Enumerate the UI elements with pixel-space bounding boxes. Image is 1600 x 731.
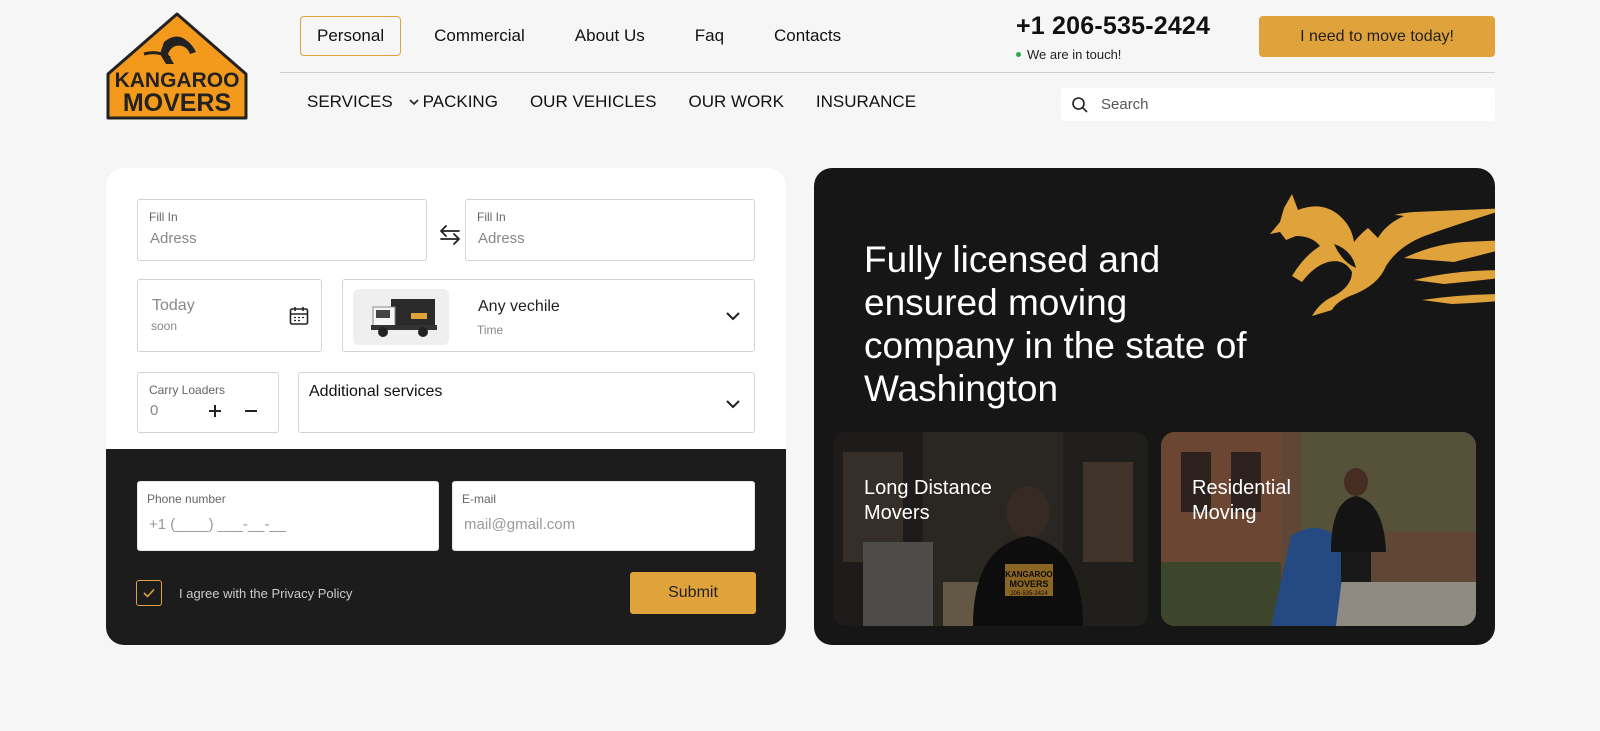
toplink-commercial[interactable]: Commercial — [417, 16, 542, 56]
chevron-down-icon[interactable] — [724, 307, 742, 325]
contact-section: Phone number +1 (____) ___-__-__ E-mail … — [106, 449, 786, 645]
privacy-agree-label: I agree with the Privacy Policy — [179, 586, 353, 601]
residential-moving-card[interactable]: Residential Moving — [1161, 432, 1476, 626]
hero-panel: Fully licensed and ensured moving compan… — [814, 168, 1495, 645]
truck-image — [353, 289, 449, 345]
search-bar — [1061, 88, 1495, 121]
from-address-label: Fill In — [149, 210, 178, 224]
residential-photo — [1161, 432, 1476, 626]
date-sub: soon — [151, 319, 178, 333]
nav-packing[interactable]: PACKING — [423, 92, 498, 112]
svg-text:MOVERS: MOVERS — [123, 89, 231, 117]
date-value: Today — [152, 297, 195, 314]
vehicle-select[interactable]: Any vechile Time — [342, 279, 755, 352]
nav-services-label: SERVICES — [307, 92, 393, 111]
contact-status-text: We are in touch! — [1027, 47, 1122, 62]
search-input[interactable] — [1101, 96, 1481, 113]
contact-status: We are in touch! — [1016, 47, 1121, 62]
online-dot-icon — [1016, 52, 1021, 57]
calendar-icon[interactable] — [288, 305, 310, 327]
minus-icon[interactable] — [242, 402, 260, 420]
truck-icon — [371, 299, 437, 337]
additional-services-select[interactable]: Additional services — [298, 372, 755, 433]
email-field[interactable]: E-mail mail@gmail.com — [452, 481, 755, 551]
kangaroo-movers-logo[interactable]: KANGAROO MOVERS — [104, 12, 250, 122]
chevron-down-icon[interactable] — [724, 395, 742, 413]
search-icon[interactable] — [1071, 96, 1089, 114]
carry-loaders-field: Carry Loaders 0 — [137, 372, 279, 433]
checkmark-icon — [143, 588, 155, 598]
move-today-button[interactable]: I need to move today! — [1259, 16, 1495, 57]
toplink-about-us[interactable]: About Us — [558, 16, 662, 56]
hero-title: Fully licensed and ensured moving compan… — [864, 239, 1247, 409]
to-address-field[interactable]: Fill In Adress — [465, 199, 755, 261]
submit-button[interactable]: Submit — [630, 572, 756, 614]
header-divider — [280, 72, 1495, 73]
date-field[interactable]: Today soon — [137, 279, 322, 352]
residential-moving-title: Residential Moving — [1192, 477, 1291, 524]
booking-form: Fill In Adress Fill In Adress Today soon — [106, 168, 786, 645]
to-address-label: Fill In — [477, 210, 506, 224]
phone-placeholder: +1 (____) ___-__-__ — [149, 516, 287, 533]
swap-addresses-icon[interactable] — [436, 221, 464, 249]
top-links: Personal Commercial About Us Faq Contact… — [300, 16, 874, 56]
vehicle-sub: Time — [477, 323, 504, 337]
kangaroo-emblem-icon — [1270, 194, 1495, 316]
phone-field[interactable]: Phone number +1 (____) ___-__-__ — [137, 481, 439, 551]
mover-photo: KANGAROO MOVERS 206-535-2424 — [833, 432, 1148, 626]
toplink-personal[interactable]: Personal — [300, 16, 402, 56]
phone-number[interactable]: +1 206-535-2424 — [1016, 12, 1210, 41]
phone-label: Phone number — [147, 492, 226, 506]
email-label: E-mail — [462, 492, 497, 506]
email-placeholder: mail@gmail.com — [464, 516, 576, 533]
main-nav: SERVICES PACKING OUR VEHICLES OUR WORK I… — [307, 92, 948, 112]
toplink-faq[interactable]: Faq — [678, 16, 741, 56]
carry-loaders-value[interactable]: 0 — [150, 402, 158, 419]
from-address-placeholder: Adress — [150, 230, 197, 247]
plus-icon[interactable] — [206, 402, 224, 420]
nav-services[interactable]: SERVICES — [307, 92, 421, 112]
long-distance-movers-card[interactable]: KANGAROO MOVERS 206-535-2424 Long Distan… — [833, 432, 1148, 626]
nav-our-vehicles[interactable]: OUR VEHICLES — [530, 92, 657, 112]
to-address-placeholder: Adress — [478, 230, 525, 247]
vehicle-value: Any vechile — [478, 298, 560, 315]
additional-services-label: Additional services — [309, 383, 443, 400]
nav-insurance[interactable]: INSURANCE — [816, 92, 916, 112]
carry-loaders-label: Carry Loaders — [149, 383, 226, 397]
nav-our-work[interactable]: OUR WORK — [689, 92, 784, 112]
chevron-down-icon — [409, 99, 419, 106]
privacy-checkbox[interactable] — [136, 580, 162, 606]
toplink-contacts[interactable]: Contacts — [757, 16, 858, 56]
long-distance-movers-title: Long Distance Movers — [864, 477, 992, 524]
from-address-field[interactable]: Fill In Adress — [137, 199, 427, 261]
